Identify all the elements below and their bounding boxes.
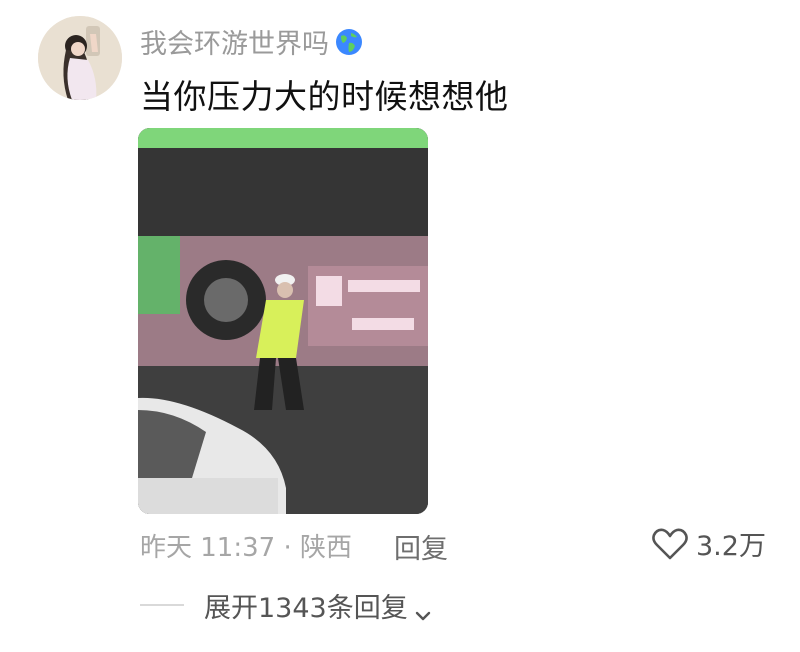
comment-image[interactable] xyxy=(138,128,428,514)
chevron-down-icon xyxy=(414,599,432,620)
expand-replies-button[interactable]: 展开1343条回复 xyxy=(204,586,432,625)
comment-time-location: 昨天 11:37 · 陕西 xyxy=(140,533,352,563)
like-button[interactable]: 3.2万 xyxy=(652,524,766,563)
expand-replies-divider xyxy=(140,604,184,606)
comment-image-graphic xyxy=(138,128,428,514)
comment-text: 当你压力大的时候想想他 xyxy=(140,77,509,116)
globe-emoji-icon xyxy=(335,28,363,56)
comment-username[interactable]: 我会环游世界吗 xyxy=(140,22,329,61)
like-count: 3.2万 xyxy=(696,531,766,562)
avatar-image xyxy=(38,16,122,100)
heart-icon xyxy=(652,527,688,561)
reply-button[interactable]: 回复 xyxy=(394,527,448,566)
comment-username-row[interactable]: 我会环游世界吗 xyxy=(140,22,363,61)
expand-replies-label: 展开1343条回复 xyxy=(204,593,408,624)
user-avatar[interactable] xyxy=(38,16,122,100)
